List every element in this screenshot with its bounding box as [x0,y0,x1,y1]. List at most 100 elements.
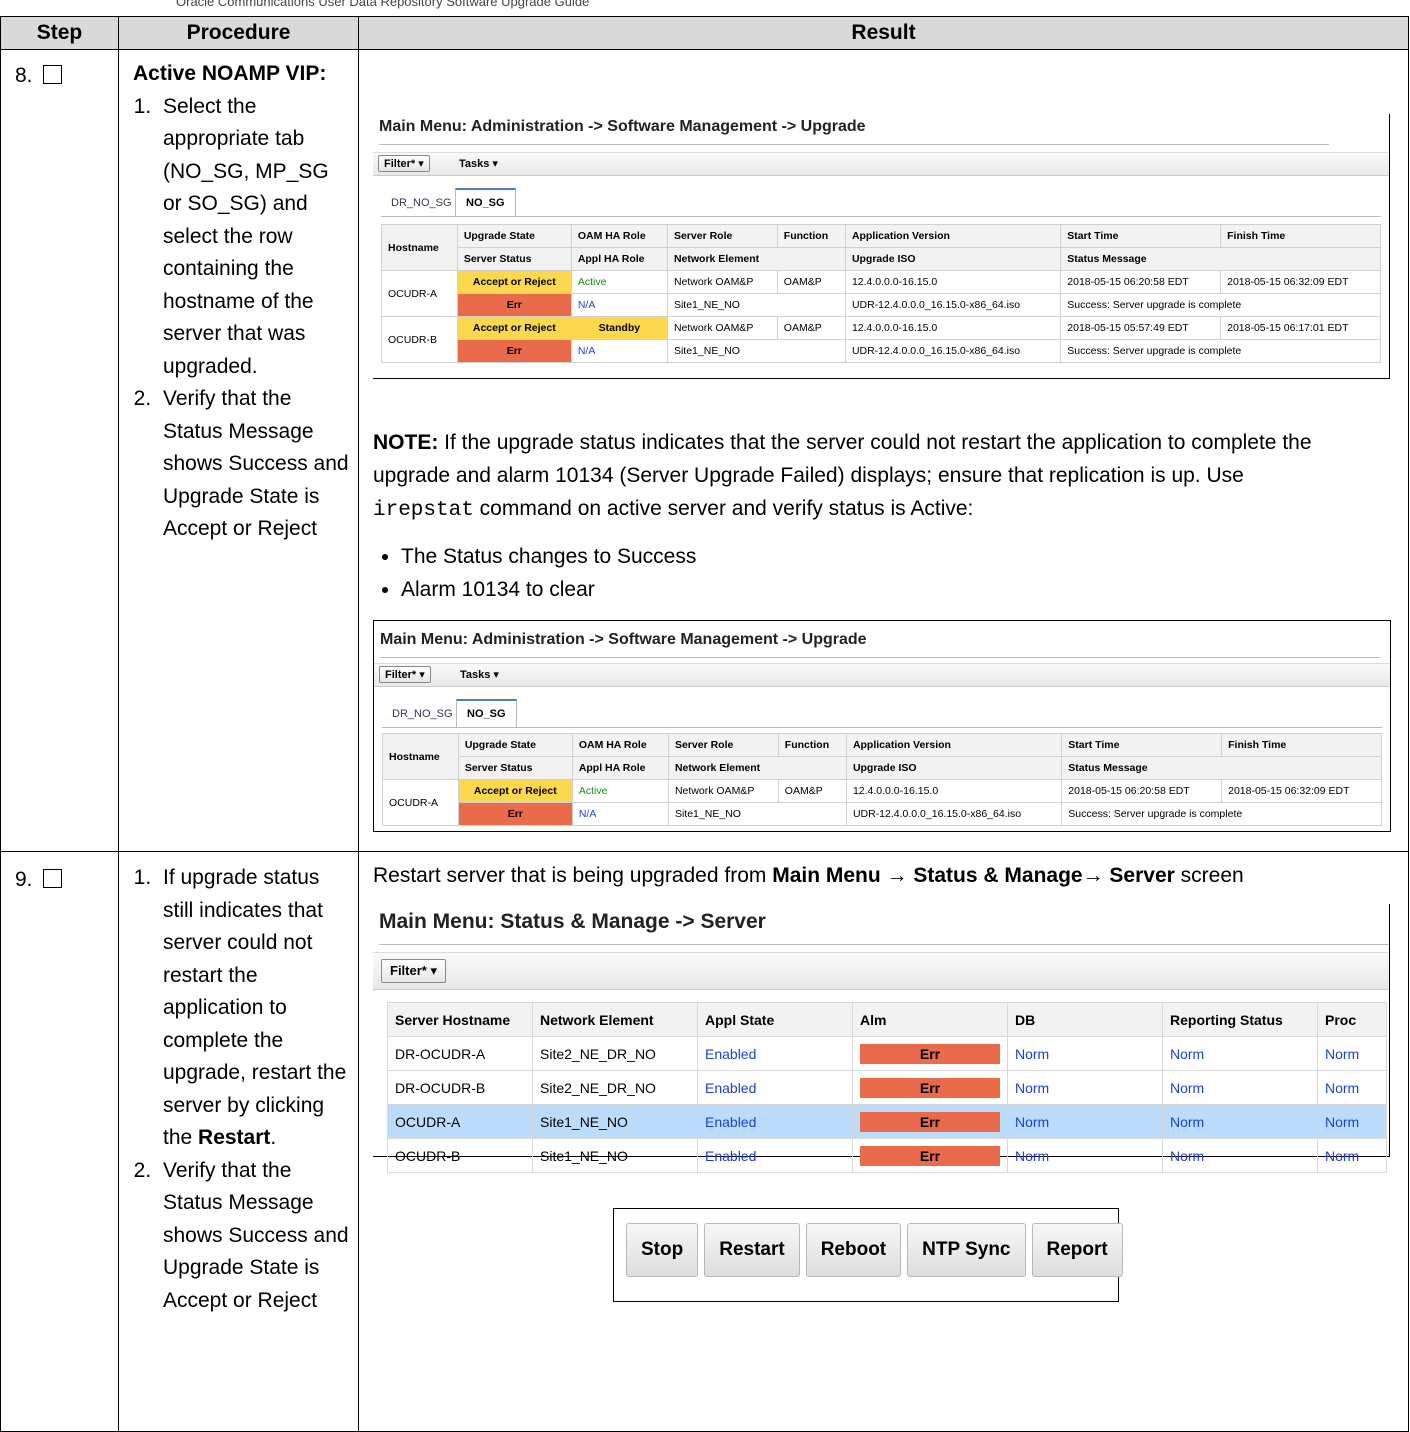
restart-button[interactable]: Restart [704,1223,800,1277]
upgrade-state-badge: Accept or Reject [456,270,572,294]
proc-status-link[interactable]: Norm [1317,1036,1387,1071]
col-network-element: Network Element [666,247,846,271]
col-db[interactable]: DB [1007,1002,1163,1037]
step-8-result: Main Menu: Administration -> Software Ma… [358,49,1409,852]
table-row[interactable]: OCUDR-A Accept or Reject Active Network … [381,270,1381,317]
step-number: 9. [15,868,33,891]
alarm-badge[interactable]: Err [860,1111,1000,1132]
col-server-hostname[interactable]: Server Hostname [387,1002,533,1037]
step-9-procedure: If upgrade status still indicates that s… [118,851,359,1432]
step-9-result: Restart server that is being upgraded fr… [358,851,1409,1432]
table-row[interactable]: Err N/A Site1_NE_NO UDR-12.4.0.0.0_16.15… [382,339,1381,363]
db-status-link[interactable]: Norm [1007,1104,1163,1139]
db-status-link[interactable]: Norm [1007,1036,1163,1071]
procedure-text: If upgrade status still indicates that s… [163,866,347,1149]
step-8-procedure: Active NOAMP VIP: Select the appropriate… [118,49,359,852]
hostname-cell: DR-OCUDR-B [387,1070,533,1105]
report-button[interactable]: Report [1031,1223,1123,1277]
upgrade-screenshot-1: Main Menu: Administration -> Software Ma… [373,114,1390,379]
server-table: Server Hostname Network Element Appl Sta… [387,1002,1387,1173]
reporting-status-link[interactable]: Norm [1162,1070,1318,1105]
instr-server: Server [1103,864,1175,887]
proc-status-link[interactable]: Norm [1317,1104,1387,1139]
filter-button[interactable]: Filter* ▾ [378,155,430,172]
bullet-item: The Status changes to Success [401,540,696,573]
alarm-badge[interactable]: Err [860,1145,1000,1166]
col-finish-time: Finish Time [1220,224,1381,248]
table-row[interactable]: DR-OCUDR-B Site2_NE_DR_NO Enabled Err No… [387,1070,1387,1105]
col-start-time: Start Time [1061,733,1223,757]
db-status-link[interactable]: Norm [1007,1070,1163,1105]
col-appl-ha-role: Appl HA Role [571,756,669,780]
server-status-badge: Err [456,339,572,363]
upgrade-table: Hostname Upgrade State OAM HA Role Serve… [381,224,1381,363]
db-status-link[interactable]: Norm [1007,1138,1163,1173]
col-alm[interactable]: Alm [852,1002,1008,1037]
note-label: NOTE: [373,431,439,454]
top-caption: Oracle Communications User Data Reposito… [176,0,590,9]
col-appl-state[interactable]: Appl State [697,1002,853,1037]
table-row[interactable]: OCUDR-B Accept or Reject Standby Network… [381,316,1381,363]
tab-dr-no-sg[interactable]: DR_NO_SG [382,701,463,727]
oam-role-cell: Active [571,779,669,803]
page-title: Main Menu: Administration -> Software Ma… [380,631,867,648]
procedure-item: Verify that the Status Message shows Suc… [157,383,350,546]
appl-state-link[interactable]: Enabled [697,1138,853,1173]
proc-status-link[interactable]: Norm [1317,1138,1387,1173]
filter-button[interactable]: Filter* ▾ [381,959,446,983]
col-oam-ha-role: OAM HA Role [570,224,668,248]
col-status-message: Status Message [1061,756,1382,780]
server-status-badge: Err [457,802,573,826]
table-row[interactable]: OCUDR-B Site1_NE_NO Enabled Err Norm Nor… [387,1138,1387,1173]
filter-button[interactable]: Filter* ▾ [379,666,431,683]
col-upgrade-iso: Upgrade ISO [844,247,1062,271]
version-cell: 12.4.0.0.0-16.15.0 [844,316,1062,340]
step-checkbox[interactable] [42,65,62,84]
alarm-badge[interactable]: Err [860,1077,1000,1098]
tab-no-sg[interactable]: NO_SG [456,699,517,727]
finish-time-cell: 2018-05-15 06:32:09 EDT [1221,779,1382,803]
alarm-badge[interactable]: Err [860,1043,1000,1064]
proc-status-link[interactable]: Norm [1317,1070,1387,1105]
appl-role-link[interactable]: N/A [570,339,668,363]
appl-state-link[interactable]: Enabled [697,1070,853,1105]
step-checkbox[interactable] [42,869,62,888]
table-row[interactable]: Err N/A Site1_NE_NO UDR-12.4.0.0.0_16.15… [382,293,1381,317]
table-row[interactable]: Err N/A Site1_NE_NO UDR-12.4.0.0.0_16.15… [383,802,1382,826]
version-cell: 12.4.0.0.0-16.15.0 [844,270,1062,294]
toolbar: Filter* ▾ Tasks ▾ [374,663,1390,687]
table-row[interactable]: OCUDR-A Accept or Reject Active Network … [382,779,1382,826]
table-row-selected[interactable]: OCUDR-A Site1_NE_NO Enabled Err Norm Nor… [387,1104,1387,1139]
appl-state-link[interactable]: Enabled [697,1036,853,1071]
col-proc[interactable]: Proc [1317,1002,1387,1037]
col-server-role: Server Role [666,224,778,248]
tab-no-sg[interactable]: NO_SG [455,188,516,216]
tasks-menu[interactable]: Tasks ▾ [459,157,498,170]
network-element-cell: Site1_NE_NO [532,1138,698,1173]
ntp-sync-button[interactable]: NTP Sync [907,1223,1026,1277]
stop-button[interactable]: Stop [626,1223,699,1277]
instr-text: Restart server that is being upgraded fr… [373,864,773,887]
col-hostname: Hostname [382,733,459,780]
appl-role-link[interactable]: N/A [571,802,669,826]
tab-dr-no-sg[interactable]: DR_NO_SG [381,190,462,216]
table-row[interactable]: DR-OCUDR-A Site2_NE_DR_NO Enabled Err No… [387,1036,1387,1071]
tasks-menu[interactable]: Tasks ▾ [460,668,499,681]
reporting-status-link[interactable]: Norm [1162,1138,1318,1173]
start-time-cell: 2018-05-15 05:57:49 EDT [1060,316,1222,340]
reboot-button[interactable]: Reboot [805,1223,902,1277]
tab-bar: DR_NO_SG NO_SG [381,188,1381,217]
appl-role-link[interactable]: N/A [570,293,668,317]
function-cell: OAM&P [776,316,846,340]
procedure-list: Select the appropriate tab (NO_SG, MP_SG… [133,91,350,546]
col-network-element[interactable]: Network Element [532,1002,698,1037]
col-application-version: Application Version [845,733,1063,757]
col-reporting-status[interactable]: Reporting Status [1162,1002,1318,1037]
reporting-status-link[interactable]: Norm [1162,1036,1318,1071]
upgrade-state-badge: Accept or Reject [457,779,573,803]
appl-state-link[interactable]: Enabled [697,1104,853,1139]
hostname-cell: OCUDR-B [381,316,458,363]
upgrade-iso-cell: UDR-12.4.0.0.0_16.15.0-x86_64.iso [845,802,1063,826]
reporting-status-link[interactable]: Norm [1162,1104,1318,1139]
network-element-cell: Site2_NE_DR_NO [532,1070,698,1105]
